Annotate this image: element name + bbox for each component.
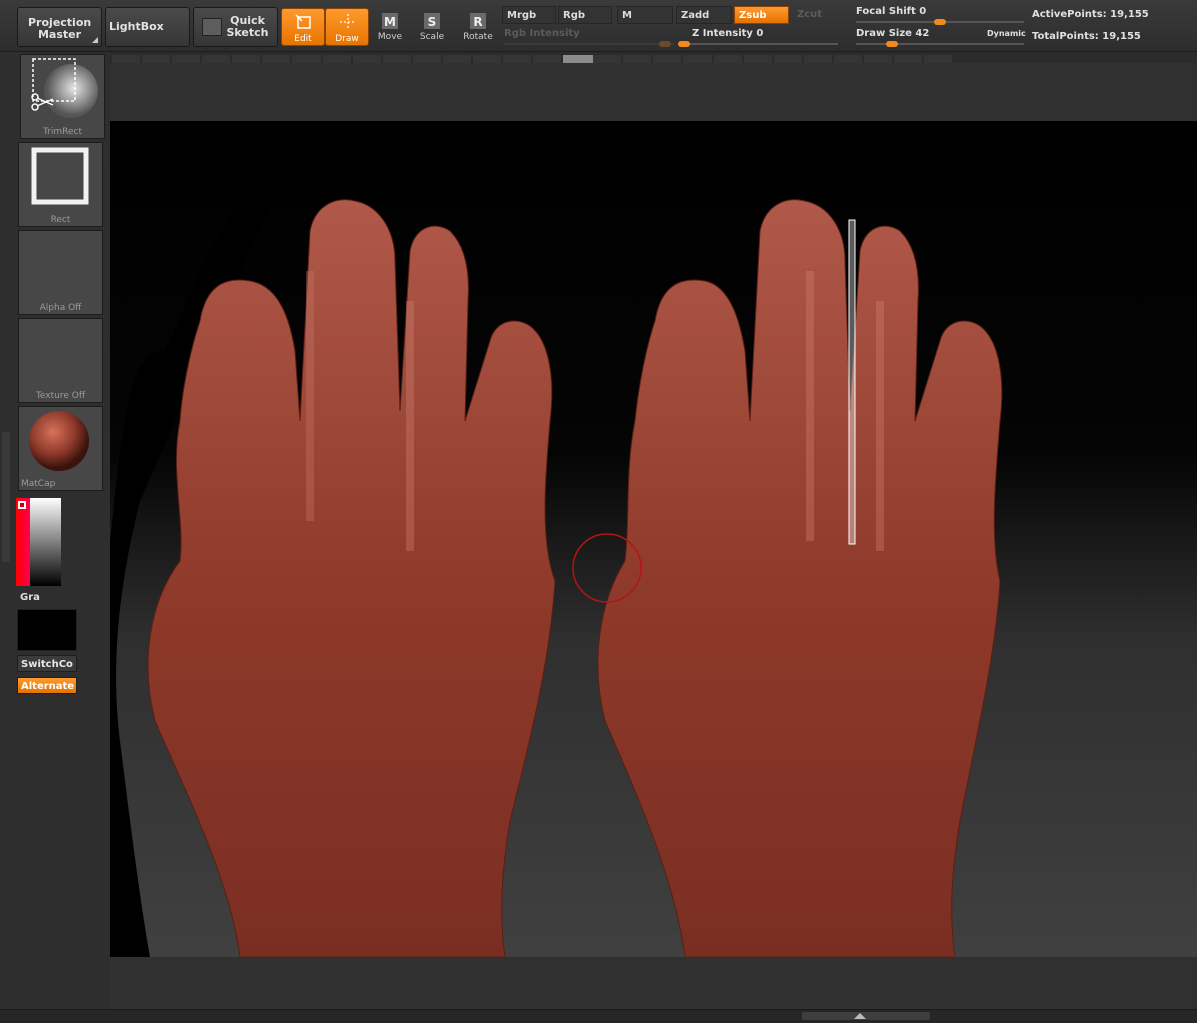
m-label: M bbox=[622, 10, 632, 21]
active-points: ActivePoints: 19,155 bbox=[1032, 9, 1149, 20]
draw-size-text: Draw Size bbox=[856, 28, 912, 39]
total-points: TotalPoints: 19,155 bbox=[1032, 31, 1141, 42]
dynamic-toggle[interactable]: Dynamic bbox=[987, 29, 1026, 38]
stroke-slot[interactable]: Rect bbox=[18, 142, 103, 227]
canvas-ruler bbox=[112, 55, 953, 63]
document-background bbox=[110, 121, 1197, 957]
color-picker-field[interactable] bbox=[30, 498, 61, 586]
m-button[interactable]: M bbox=[617, 6, 673, 24]
move-label: Move bbox=[377, 32, 403, 42]
focal-shift-text: Focal Shift bbox=[856, 6, 916, 17]
hands-sculpt bbox=[110, 121, 1003, 957]
rotate-icon: R bbox=[470, 13, 486, 29]
mrgb-button[interactable]: Mrgb bbox=[502, 6, 556, 24]
secondary-color-swatch[interactable] bbox=[17, 609, 77, 651]
gradient-label: Gra bbox=[20, 592, 40, 603]
projection-master-button[interactable]: Projection Master bbox=[17, 7, 102, 47]
focal-shift-knob[interactable] bbox=[934, 19, 946, 25]
matcap-sphere-icon bbox=[29, 411, 89, 471]
rect-stroke-icon bbox=[31, 147, 89, 205]
zadd-label: Zadd bbox=[681, 10, 710, 21]
brush-slot[interactable]: TrimRect bbox=[20, 54, 105, 139]
move-icon: M bbox=[382, 13, 398, 29]
draw-button[interactable]: Draw bbox=[325, 8, 369, 46]
rgb-intensity-slider[interactable] bbox=[504, 41, 674, 47]
total-points-value: 19,155 bbox=[1102, 31, 1141, 42]
left-hand bbox=[147, 199, 556, 957]
quick-sketch-button[interactable]: Quick Sketch bbox=[193, 7, 278, 47]
projection-master-label: Projection Master bbox=[28, 16, 92, 41]
brush-label: TrimRect bbox=[42, 127, 82, 137]
top-toolbar: Projection Master LightBox Quick Sketch … bbox=[0, 0, 1197, 52]
rgb-intensity-label: Rgb Intensity bbox=[504, 28, 580, 39]
zcut-label: Zcut bbox=[797, 9, 823, 20]
sketch-icon bbox=[202, 18, 222, 36]
ruler-handle[interactable] bbox=[563, 55, 593, 63]
scale-icon: S bbox=[424, 13, 440, 29]
edit-icon bbox=[295, 14, 311, 29]
rgb-button[interactable]: Rgb bbox=[558, 6, 612, 24]
trimrect-icon bbox=[31, 58, 98, 118]
mrgb-label: Mrgb bbox=[507, 10, 537, 21]
bottom-tray bbox=[0, 1009, 1197, 1023]
switch-color-label: SwitchCo bbox=[21, 659, 73, 670]
alpha-label: Alpha Off bbox=[39, 303, 82, 313]
rgb-label: Rgb bbox=[563, 10, 586, 21]
corner-arrow-icon bbox=[92, 37, 98, 43]
svg-text:R: R bbox=[473, 15, 482, 29]
scale-button[interactable]: S Scale bbox=[410, 8, 454, 46]
z-intensity-knob[interactable] bbox=[678, 41, 690, 47]
zsub-button[interactable]: Zsub bbox=[734, 6, 789, 24]
right-hand bbox=[597, 199, 1003, 957]
draw-icon bbox=[340, 14, 356, 30]
z-intensity-slider[interactable] bbox=[678, 41, 838, 47]
trim-rect-selection bbox=[848, 219, 856, 545]
total-points-label: TotalPoints: bbox=[1032, 31, 1099, 42]
lightbox-button[interactable]: LightBox bbox=[105, 7, 190, 47]
svg-text:S: S bbox=[428, 15, 437, 29]
zsub-label: Zsub bbox=[739, 10, 767, 21]
alternate-button[interactable]: Alternate bbox=[17, 677, 77, 694]
stroke-label: Rect bbox=[50, 215, 71, 225]
draw-label: Draw bbox=[335, 34, 359, 44]
scale-label: Scale bbox=[419, 32, 445, 42]
focal-shift-label: Focal Shift 0 bbox=[856, 6, 926, 17]
document-canvas[interactable] bbox=[110, 63, 1197, 1009]
texture-slot[interactable]: Texture Off bbox=[18, 318, 103, 403]
edit-label: Edit bbox=[294, 34, 312, 44]
draw-size-knob[interactable] bbox=[886, 41, 898, 47]
draw-size-value: 42 bbox=[915, 28, 930, 39]
rotate-label: Rotate bbox=[463, 32, 493, 42]
z-intensity-label: Z Intensity 0 bbox=[692, 28, 763, 39]
draw-size-label: Draw Size 42 bbox=[856, 28, 929, 39]
switch-color-button[interactable]: SwitchCo bbox=[17, 655, 77, 672]
bottom-tray-toggle[interactable] bbox=[802, 1012, 930, 1020]
active-points-label: ActivePoints: bbox=[1032, 9, 1107, 20]
edit-button[interactable]: Edit bbox=[281, 8, 325, 46]
shelf-collapse-handle[interactable] bbox=[2, 432, 10, 562]
material-label: MatCap bbox=[21, 479, 56, 489]
rotate-button[interactable]: R Rotate bbox=[456, 8, 500, 46]
quick-sketch-label: Quick Sketch bbox=[226, 14, 269, 39]
alternate-label: Alternate bbox=[21, 681, 75, 692]
color-picker-cursor[interactable] bbox=[18, 501, 26, 509]
move-button[interactable]: M Move bbox=[368, 8, 412, 46]
focal-shift-slider[interactable] bbox=[856, 19, 1024, 25]
left-shelf: TrimRect Rect Alpha Off Texture Off MatC… bbox=[0, 52, 110, 1023]
focal-shift-value: 0 bbox=[919, 6, 927, 17]
material-slot[interactable]: MatCap bbox=[18, 406, 103, 491]
color-picker[interactable] bbox=[16, 498, 61, 586]
z-intensity-value: 0 bbox=[756, 28, 764, 39]
z-intensity-text: Z Intensity bbox=[692, 28, 753, 39]
zcut-button[interactable]: Zcut bbox=[793, 6, 833, 24]
alpha-slot[interactable]: Alpha Off bbox=[18, 230, 103, 315]
active-points-value: 19,155 bbox=[1110, 9, 1149, 20]
texture-label: Texture Off bbox=[35, 391, 86, 401]
zadd-button[interactable]: Zadd bbox=[676, 6, 732, 24]
chevron-up-icon bbox=[854, 1013, 866, 1019]
lightbox-label: LightBox bbox=[109, 20, 164, 33]
draw-size-slider[interactable] bbox=[856, 41, 1024, 47]
rgb-intensity-knob[interactable] bbox=[659, 41, 671, 47]
svg-text:M: M bbox=[384, 15, 396, 29]
